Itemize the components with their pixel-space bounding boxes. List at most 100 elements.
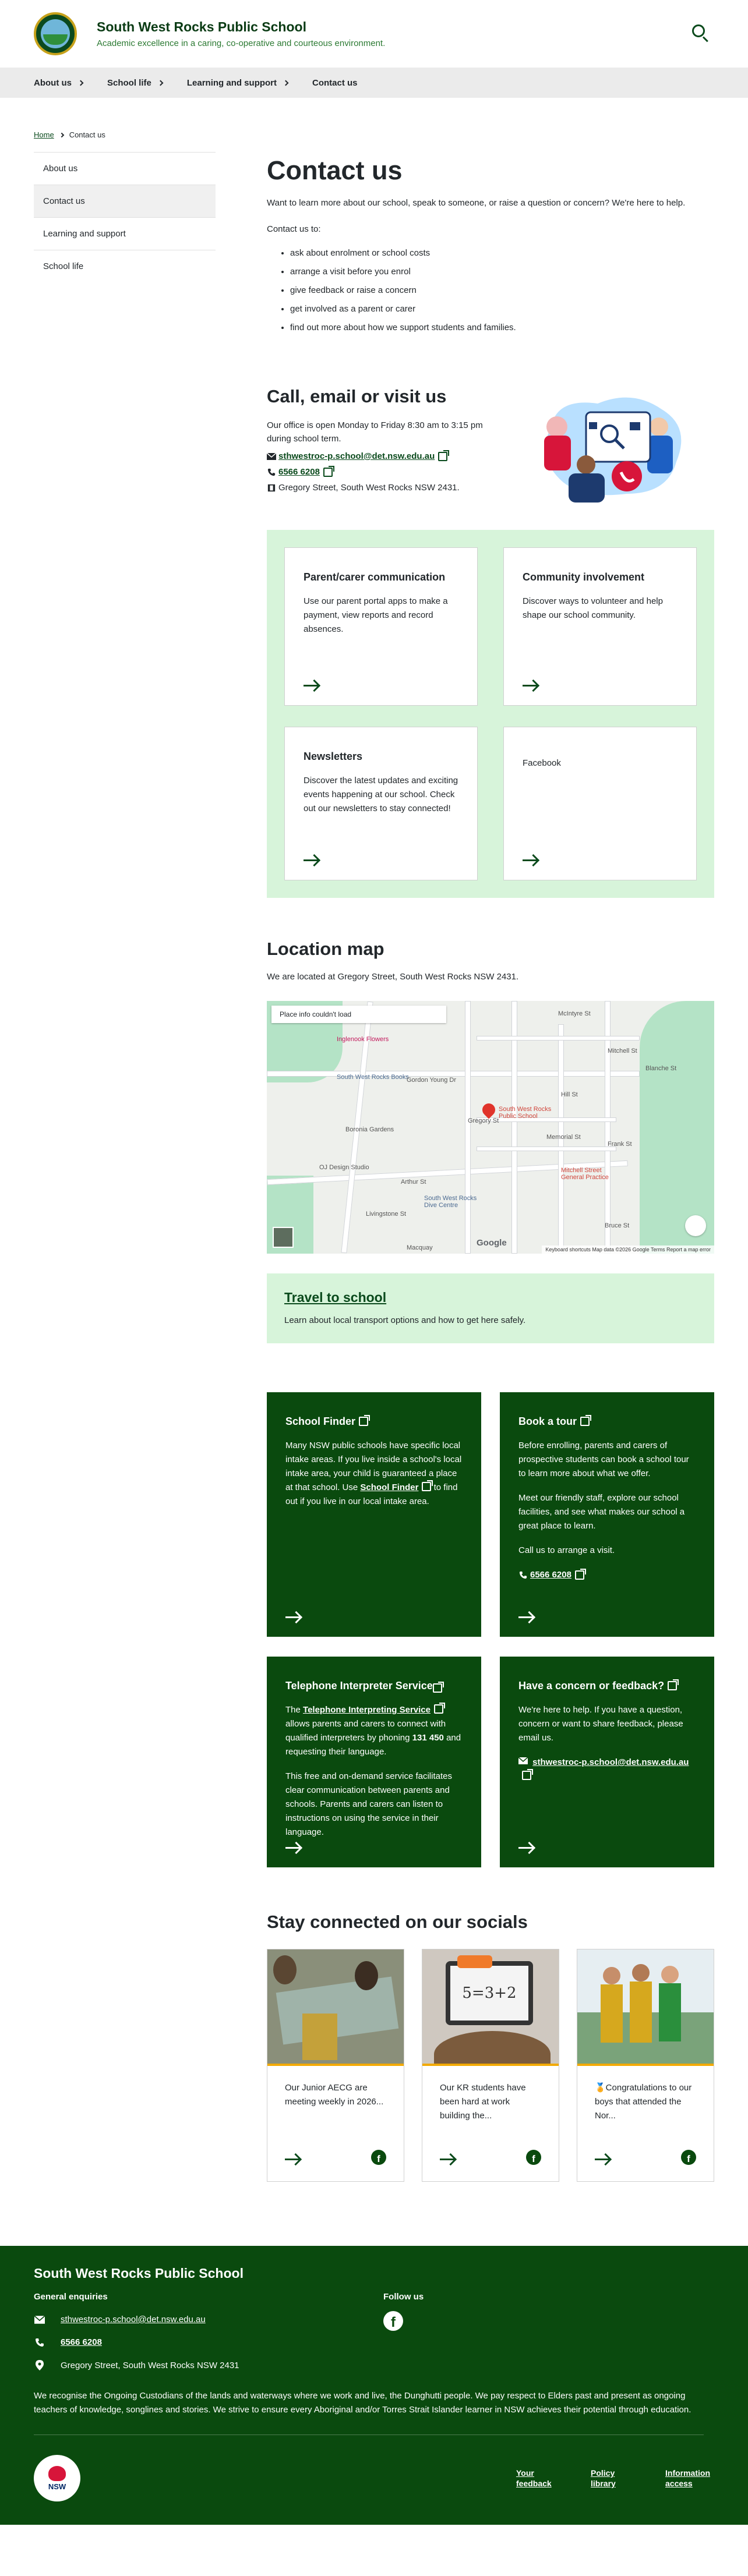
post-text: Our KR students have been hard at work b…	[440, 2083, 526, 2121]
location-pin-icon	[34, 2360, 45, 2370]
footer-columns: General enquiries sthwestroc-p.school@de…	[34, 2292, 714, 2370]
card-body: We're here to help. If you have a questi…	[518, 1705, 683, 1743]
sidebar-item-about-us[interactable]: About us	[34, 152, 216, 185]
footer-links: Your feedback Policy library Information…	[516, 2468, 712, 2489]
email-icon	[267, 452, 276, 460]
breadcrumb-home[interactable]: Home	[34, 130, 54, 139]
footer-phone-link[interactable]: 6566 6208	[61, 2337, 102, 2347]
footer-follow: Follow us f	[383, 2292, 424, 2370]
map-label: Mitchell Street General Practice	[561, 1167, 609, 1181]
social-post[interactable]: 5=3+2 Our KR students have been hard at …	[422, 1949, 559, 2182]
card-concern-feedback[interactable]: Have a concern or feedback? We're here t…	[500, 1657, 714, 1867]
chevron-right-icon	[59, 132, 64, 137]
social-posts: Our Junior AECG are meeting weekly in 20…	[267, 1949, 714, 2182]
search-icon[interactable]	[691, 23, 711, 43]
email-link[interactable]: sthwestroc-p.school@det.nsw.edu.au	[278, 451, 435, 461]
embedded-map[interactable]: Place info couldn't load Inglenook Flowe…	[267, 1001, 714, 1254]
whiteboard-text: 5=3+2	[446, 1961, 533, 2025]
socials-heading: Stay connected on our socials	[267, 1912, 528, 1932]
list-item: give feedback or raise a concern	[290, 281, 714, 300]
sidebar-item-learning-support[interactable]: Learning and support	[34, 217, 216, 250]
footer-link-information[interactable]: Information access	[665, 2468, 712, 2489]
concern-email-link[interactable]: sthwestroc-p.school@det.nsw.edu.au	[532, 1757, 689, 1767]
acknowledgement-of-country: We recognise the Ongoing Custodians of t…	[34, 2389, 704, 2435]
external-link-icon	[574, 1569, 586, 1580]
fullscreen-icon[interactable]	[685, 1215, 706, 1236]
footer-email-line: sthwestroc-p.school@det.nsw.edu.au	[34, 2315, 383, 2324]
breadcrumb: Home Contact us	[0, 98, 748, 139]
card-title: Have a concern or feedback?	[518, 1679, 696, 1693]
arrow-right-icon	[523, 859, 538, 861]
card-community-involvement[interactable]: Community involvement Discover ways to v…	[503, 547, 697, 706]
nav-contact-us[interactable]: Contact us	[312, 78, 358, 88]
card-facebook[interactable]: Facebook	[503, 727, 697, 880]
sidebar-item-contact-us[interactable]: Contact us	[34, 185, 216, 217]
card-school-finder[interactable]: School Finder Many NSW public schools ha…	[267, 1392, 481, 1637]
map-label: OJ Design Studio	[319, 1164, 369, 1171]
school-tagline: Academic excellence in a caring, co-oper…	[97, 38, 386, 48]
travel-link[interactable]: Travel to school	[284, 1290, 386, 1305]
card-book-tour[interactable]: Book a tour Before enrolling, parents an…	[500, 1392, 714, 1637]
nav-school-life[interactable]: School life	[107, 77, 164, 88]
tour-phone-link[interactable]: 6566 6208	[530, 1568, 571, 1582]
card-parent-communication[interactable]: Parent/carer communication Use our paren…	[284, 547, 478, 706]
page-title: Contact us	[267, 155, 403, 185]
footer-link-policy[interactable]: Policy library	[591, 2468, 637, 2489]
nav-label: School life	[107, 77, 151, 88]
post-image	[577, 1949, 714, 2066]
arrow-right-icon	[285, 1847, 301, 1849]
list-item: get involved as a parent or carer	[290, 300, 714, 319]
map-label: Boronia Gardens	[345, 1126, 394, 1133]
phone-link[interactable]: 6566 6208	[278, 467, 320, 477]
arrow-right-icon	[304, 685, 319, 687]
footer-link-feedback[interactable]: Your feedback	[516, 2468, 563, 2489]
chevron-right-icon	[283, 80, 289, 86]
satellite-toggle[interactable]	[273, 1227, 294, 1248]
map-label: South West Rocks Dive Centre	[424, 1195, 477, 1209]
school-name[interactable]: South West Rocks Public School	[97, 19, 385, 35]
interpreting-link[interactable]: Telephone Interpreting Service	[303, 1705, 431, 1715]
footer-bottom: NSW Your feedback Policy library Informa…	[34, 2455, 714, 2501]
card-newsletters[interactable]: Newsletters Discover the latest updates …	[284, 727, 478, 880]
map-road	[465, 1001, 471, 1254]
phone-icon	[267, 468, 276, 476]
social-post[interactable]: Our Junior AECG are meeting weekly in 20…	[267, 1949, 404, 2182]
map-road	[477, 1036, 640, 1041]
map-label: Gregory St	[468, 1117, 499, 1124]
card-text: The	[285, 1705, 301, 1715]
footer-email-link[interactable]: sthwestroc-p.school@det.nsw.edu.au	[61, 2315, 206, 2324]
school-finder-link[interactable]: School Finder	[360, 1482, 418, 1492]
location-heading: Location map	[267, 939, 384, 959]
site-footer: South West Rocks Public School General e…	[0, 2246, 748, 2525]
nav-label: About us	[34, 77, 72, 88]
facebook-icon: f	[526, 2150, 541, 2165]
card-body: Use our parent portal apps to make a pay…	[304, 596, 448, 634]
arrow-right-icon	[440, 2159, 455, 2160]
card-title: Parent/carer communication	[304, 571, 446, 583]
arrow-right-icon	[595, 2159, 610, 2160]
map-icon	[267, 484, 276, 491]
sidebar-item-school-life[interactable]: School life	[34, 250, 216, 282]
nav-about-us[interactable]: About us	[34, 77, 84, 88]
chevron-right-icon	[157, 80, 164, 86]
map-attribution[interactable]: Keyboard shortcuts Map data ©2026 Google…	[542, 1245, 714, 1254]
external-link-icon	[422, 1480, 433, 1491]
arrow-right-icon	[285, 1616, 301, 1618]
address-text: Gregory Street, South West Rocks NSW 243…	[278, 483, 460, 493]
map-info-note: Place info couldn't load	[271, 1006, 446, 1023]
intro-text: Want to learn more about our school, spe…	[267, 198, 686, 208]
map-label: Bruce St	[605, 1222, 630, 1229]
email-line: sthwestroc-p.school@det.nsw.edu.au	[518, 1756, 696, 1784]
external-link-icon	[580, 1415, 592, 1426]
card-interpreter[interactable]: Telephone Interpreter Service The Teleph…	[267, 1657, 481, 1867]
social-post[interactable]: 🏅Congratulations to our boys that attend…	[577, 1949, 714, 2182]
map-label: Arthur St	[401, 1179, 426, 1186]
nsw-government-logo[interactable]: NSW	[34, 2455, 80, 2501]
card-title: Community involvement	[523, 571, 645, 583]
facebook-icon[interactable]: f	[383, 2311, 403, 2331]
list-item: arrange a visit before you enrol	[290, 263, 714, 281]
link-cards-panel: Parent/carer communication Use our paren…	[267, 530, 714, 898]
nav-learning-support[interactable]: Learning and support	[187, 78, 289, 88]
map-pin-icon[interactable]	[479, 1101, 498, 1119]
school-logo[interactable]	[34, 12, 77, 55]
